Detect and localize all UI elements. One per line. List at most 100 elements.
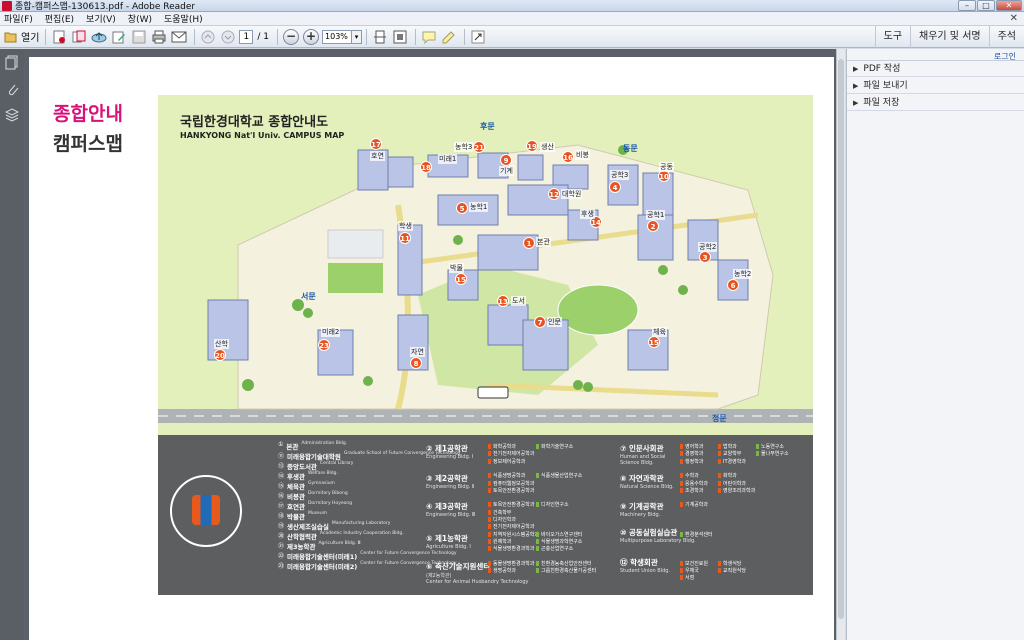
prev-page-button[interactable] — [199, 28, 217, 46]
department-tag: 전기전자제어공학과 — [488, 450, 534, 457]
department-tag: 친환경농축산업안전센터 — [536, 560, 592, 567]
zoom-out-button[interactable]: − — [282, 28, 300, 46]
expand-triangle-icon: ▶ — [853, 99, 859, 107]
building-marker[interactable]: 18 — [420, 161, 432, 173]
layers-icon[interactable] — [4, 107, 20, 123]
building-marker[interactable]: 2 — [647, 220, 659, 232]
zoom-level-input[interactable]: 103% — [322, 29, 353, 44]
university-seal-logo — [170, 475, 242, 547]
menu-help[interactable]: 도움말(H) — [164, 12, 203, 25]
building-marker[interactable]: 11 — [399, 232, 411, 244]
campus-map-drawing — [158, 144, 813, 423]
building-label: 체육 — [652, 327, 667, 337]
panel-label: 파일 저장 — [863, 98, 900, 108]
toolbar-separator — [415, 28, 417, 45]
create-pdf-button[interactable] — [50, 28, 68, 46]
building-marker[interactable]: 20 — [214, 349, 226, 361]
building-label: 본관 — [536, 237, 551, 247]
department-tag: 학생식당 — [718, 560, 741, 567]
building-marker[interactable]: 19 — [526, 140, 538, 152]
building-marker[interactable]: 15 — [648, 336, 660, 348]
legend-entry: ⑨ 기계공학관 Machinery Bldg. — [620, 502, 664, 518]
edit-button[interactable] — [110, 28, 128, 46]
campus-map: 국립한경대학교 종합안내도 HANKYONG Nat'l Univ. CAMPU… — [158, 95, 813, 435]
menu-file[interactable]: 파일(F) — [4, 12, 33, 25]
gate-main: 정문 — [712, 414, 727, 423]
department-tag: 식물생명과학연구소 — [536, 538, 582, 545]
building-marker[interactable]: 16 — [562, 151, 574, 163]
building-marker[interactable]: 6 — [727, 279, 739, 291]
combine-button[interactable] — [70, 28, 88, 46]
building-marker[interactable]: 13 — [497, 295, 509, 307]
print-button[interactable] — [150, 28, 168, 46]
panel-label: 파일 보내기 — [863, 81, 908, 91]
close-button[interactable]: ✕ — [996, 0, 1022, 11]
building-marker[interactable]: 8 — [410, 357, 422, 369]
highlight-button[interactable] — [440, 28, 458, 46]
department-tag: 경영학과 — [680, 450, 703, 457]
building-label: 학생 — [398, 221, 413, 231]
department-tag: 정보제어공학과 — [488, 458, 525, 465]
page-thumbnails-icon[interactable] — [4, 55, 20, 71]
email-button[interactable] — [170, 28, 188, 46]
department-tag: 화학기술연구소 — [536, 443, 573, 450]
building-label: 미래2 — [321, 327, 341, 337]
envelope-icon — [171, 31, 187, 42]
menu-edit[interactable]: 편집(E) — [45, 12, 74, 25]
panel-save-file[interactable]: ▶ 파일 저장 — [847, 95, 1024, 111]
next-page-button[interactable] — [219, 28, 237, 46]
building-label: 산학 — [214, 339, 229, 349]
panel-create-pdf[interactable]: ▶ PDF 작성 — [847, 61, 1024, 77]
document-area: 종합안내 캠퍼스맵 국립한경대학교 종합안내도 HANKYONG Nat'l U… — [24, 49, 844, 640]
tab-fill-sign[interactable]: 채우기 및 서명 — [910, 26, 989, 48]
building-marker[interactable]: 9 — [500, 154, 512, 166]
department-tag: 수학과 — [680, 472, 699, 479]
building-label: 공학1 — [646, 210, 666, 220]
building-marker[interactable]: 1 — [523, 237, 535, 249]
scrollbar-thumb[interactable] — [838, 59, 844, 619]
fit-page-button[interactable] — [391, 28, 409, 46]
building-marker[interactable]: 23 — [318, 339, 330, 351]
open-button[interactable]: 열기 — [4, 28, 39, 46]
tab-comment[interactable]: 주석 — [988, 26, 1024, 48]
comment-button[interactable] — [420, 28, 438, 46]
zoom-in-button[interactable]: + — [302, 28, 320, 46]
toolbar-separator — [464, 28, 466, 45]
menu-close-icon[interactable]: ✕ — [1010, 13, 1018, 24]
minimize-button[interactable]: – — [958, 0, 976, 11]
maximize-button[interactable]: □ — [977, 0, 995, 11]
building-marker[interactable]: 4 — [609, 181, 621, 193]
department-tag: 그룹친환경축산물가공센터 — [536, 567, 596, 574]
menu-view[interactable]: 보기(V) — [86, 12, 116, 25]
department-tag: 보건진료원 — [680, 560, 708, 567]
save-button[interactable] — [130, 28, 148, 46]
department-tag: 응용수학과 — [680, 480, 708, 487]
building-marker[interactable]: 3 — [699, 251, 711, 263]
panel-send-file[interactable]: ▶ 파일 보내기 — [847, 78, 1024, 94]
fit-width-button[interactable] — [371, 28, 389, 46]
building-label: 농학2 — [733, 269, 753, 279]
expand-button[interactable] — [469, 28, 487, 46]
toolbar-separator — [277, 28, 279, 45]
legend-entry: ㉒ 미래융합기술센터(미래1) Center for Future Converge… — [278, 551, 457, 561]
tab-tools[interactable]: 도구 — [874, 26, 910, 48]
building-label: 기계 — [499, 166, 514, 176]
building-marker[interactable]: 17 — [370, 138, 382, 150]
expand-triangle-icon: ▶ — [853, 65, 859, 73]
zoom-out-icon: − — [283, 28, 300, 45]
attachment-paperclip-icon[interactable] — [4, 81, 20, 97]
building-marker[interactable]: 12 — [548, 188, 560, 200]
combine-icon — [72, 30, 86, 42]
department-tag: 식품생물산업연구소 — [536, 472, 582, 479]
page-number-input[interactable]: 1 — [239, 29, 254, 44]
upload-button[interactable] — [90, 28, 108, 46]
zoom-dropdown-chevron-icon[interactable]: ▾ — [352, 29, 363, 44]
window-title: 종합-캠퍼스맵-130613.pdf - Adobe Reader — [15, 2, 196, 12]
menu-window[interactable]: 창(W) — [128, 12, 152, 25]
building-marker[interactable]: 21 — [473, 141, 485, 153]
building-marker[interactable]: 15 — [455, 273, 467, 285]
building-marker[interactable]: 5 — [456, 202, 468, 214]
vertical-scrollbar[interactable] — [836, 49, 845, 640]
arrow-down-icon — [221, 30, 235, 43]
building-marker[interactable]: 7 — [534, 316, 546, 328]
